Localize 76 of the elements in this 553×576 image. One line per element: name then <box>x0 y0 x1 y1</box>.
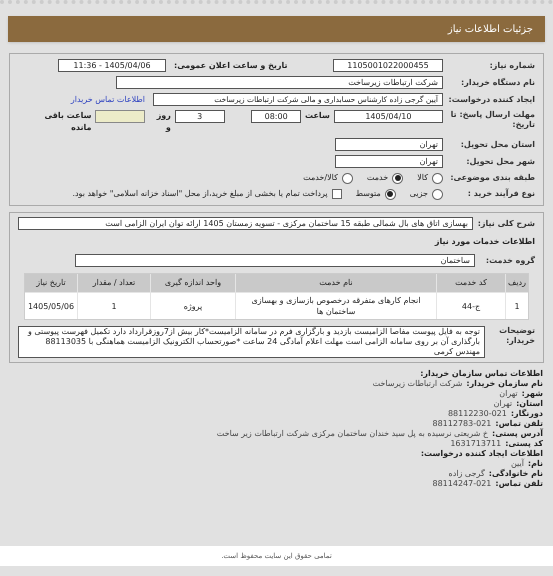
section-title: اطلاعات تماس سازمان خریدار: <box>419 369 543 379</box>
checkbox[interactable] <box>332 189 342 199</box>
radio-label: متوسط <box>356 188 381 200</box>
page-title: جزئیات اطلاعات نیاز <box>448 22 533 36</box>
field-label: شماره نیاز: <box>488 60 535 72</box>
section-title: اطلاعات خدمات مورد نیاز <box>434 236 535 248</box>
field-value: 88114247-021 <box>432 479 492 489</box>
field-value: خ شریعتی نرسیده به پل سید خندان ساختمان مرکزی شرکت ارتباطات زیر ساخت <box>216 429 488 439</box>
buyer-notes: توجه به فایل پیوست مفاصا الزامیست بازدید و بارگزاری فرم در سامانه الزامیست*کار بیش از7روزقرارداد دارد تکمیل فهرست پیوستی و بارگذاری آن بر روی سامانه الزامی است مهلت اعلام آمادگی 24 ساعت *صورتحساب الکترونیک الزامیست هماهنگی با 88113035 مهندس کرمی <box>18 326 485 358</box>
radio-button[interactable] <box>432 172 443 184</box>
field-label: دورنگار: <box>510 409 543 419</box>
radio-button[interactable] <box>342 172 353 184</box>
field-label: نام سازمان خریدار: <box>466 379 543 389</box>
field-value: تهران <box>494 399 512 408</box>
field-label: نام خانوادگی: <box>488 469 543 479</box>
table-cell: ج-44 <box>437 293 505 319</box>
section-title: اطلاعات ایجاد کننده درخواست: <box>420 449 543 458</box>
field-value: بهسازی اتاق های بال شمالی طبقه 15 ساختمان مرکزی - تسویه زمستان 1405 ارائه توان ایران الزامی است <box>18 217 473 230</box>
column-header: ردیف <box>506 274 528 292</box>
checkbox-label: پرداخت تمام یا بخشی از مبلغ خرید،از محل "اسناد خزانه اسلامی" خواهد بود. <box>72 188 328 200</box>
table-cell: 1 <box>506 293 528 319</box>
column-header: تاریخ نیاز <box>25 274 77 292</box>
field-label: نام: <box>528 459 543 468</box>
column-header: تعداد / مقدار <box>78 274 150 292</box>
radio-label: کالا/خدمت <box>303 172 338 184</box>
field-label: ساعت باقی مانده <box>44 110 92 134</box>
field-label: تلفن تماس: <box>495 479 543 489</box>
field-value: تهران <box>335 155 443 168</box>
field-value: 88112783-021 <box>432 419 492 429</box>
field-value: 08:00 <box>251 110 301 123</box>
field-value: 3 <box>174 110 225 123</box>
field-label: طبقه بندی موضوعی: <box>449 172 535 184</box>
field-value: تهران <box>335 138 443 151</box>
field-label: ساعت <box>305 110 330 122</box>
field-value: 1105001022000455 <box>333 59 443 72</box>
radio-label: جزیی <box>410 188 428 200</box>
field-value: شرکت ارتباطات زیرساخت <box>116 76 443 89</box>
field-label: نام دستگاه خریدار: <box>460 76 535 88</box>
radio-button[interactable] <box>384 188 396 200</box>
field-value: 1631713711 <box>450 439 502 449</box>
field-label: تلفن تماس: <box>495 419 543 428</box>
column-header: نام خدمت <box>236 274 436 292</box>
table-cell: 1405/05/06 <box>25 293 77 319</box>
remaining-time-field <box>95 110 146 123</box>
field-value: تهران <box>499 389 518 399</box>
field-label: روز و <box>155 110 171 134</box>
field-label: شرح کلی نیاز: <box>476 218 535 230</box>
field-value: 1405/04/06 - 11:36 <box>58 59 166 72</box>
field-value: ساختمان <box>75 254 475 267</box>
radio-button[interactable] <box>432 188 443 200</box>
field-label: مهلت ارسال پاسخ: تا تاریخ: <box>450 110 535 130</box>
field-value: گرجی زاده <box>448 469 485 479</box>
field-label: تاریخ و ساعت اعلان عمومی: <box>174 60 288 72</box>
column-header: واحد اندازه گیری <box>151 274 235 292</box>
field-label: آدرس پستی: <box>492 429 543 439</box>
field-value: شرکت ارتباطات زیرساخت <box>372 379 462 389</box>
table-cell: پروژه <box>151 293 235 319</box>
radio-label: کالا <box>417 172 428 184</box>
column-header: کد خدمت <box>437 274 505 292</box>
radio-label: خدمت <box>366 172 388 184</box>
field-label: استان: <box>516 399 543 408</box>
field-value: 1405/04/10 <box>334 110 443 123</box>
field-label: توضیحات خریدار: <box>498 326 535 346</box>
field-label: کد پستی: <box>505 439 543 449</box>
field-value: آیین <box>510 459 524 468</box>
field-label: نوع فرآیند خرید : <box>466 188 535 200</box>
field-value: 88112230-021 <box>448 409 507 419</box>
field-label: استان محل تحویل: <box>460 138 535 150</box>
field-label: ایجاد کننده درخواست: <box>448 94 535 106</box>
field-label: شهر محل تحویل: <box>465 156 535 168</box>
buyer-contact-link[interactable]: اطلاعات تماس خریدار <box>70 94 145 106</box>
table-cell: انجام کارهای متفرقه درخصوص بازسازی و بهسازی ساختمان ها <box>236 293 436 319</box>
radio-button[interactable] <box>392 172 404 184</box>
field-label: گروه خدمت: <box>484 254 535 266</box>
table-cell: 1 <box>78 293 150 319</box>
field-label: شهر: <box>522 389 543 399</box>
